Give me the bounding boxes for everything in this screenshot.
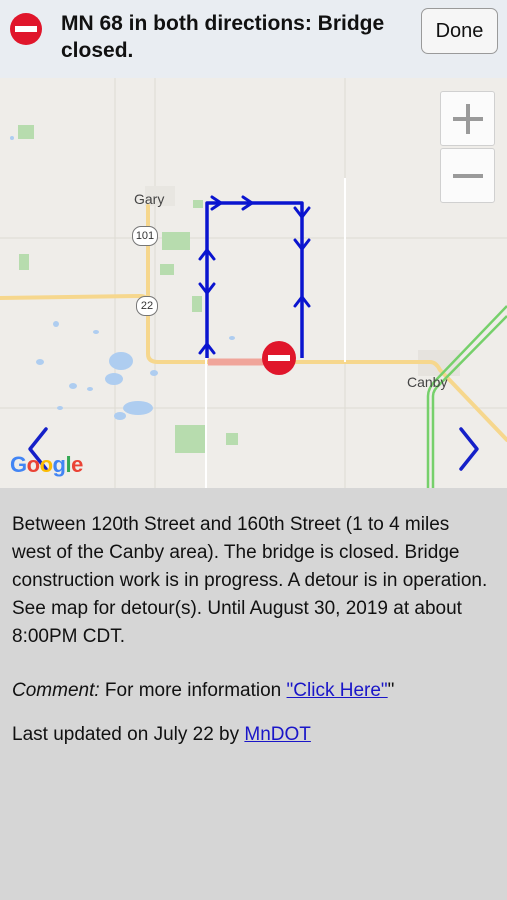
updated-prefix: Last updated on July 22 by bbox=[12, 724, 245, 745]
route-shield-22: 22 bbox=[136, 296, 158, 316]
click-here-link[interactable]: "Click Here" bbox=[287, 680, 388, 701]
incident-details: Between 120th Street and 160th Street (1… bbox=[12, 488, 492, 749]
comment-end: " bbox=[387, 680, 395, 701]
map-canvas bbox=[0, 78, 507, 488]
alert-title: MN 68 in both directions: Bridge closed. bbox=[61, 12, 385, 62]
comment-text: For more information bbox=[99, 680, 287, 701]
route-shield-101: 101 bbox=[132, 226, 158, 246]
map-view[interactable]: Gary Canby 101 22 Google bbox=[0, 78, 507, 488]
comment-label: Comment: bbox=[12, 680, 100, 701]
minus-icon bbox=[452, 173, 483, 178]
alert-header: MN 68 in both directions: Bridge closed.… bbox=[0, 0, 507, 78]
last-updated-line: Last updated on July 22 by MnDOT bbox=[12, 705, 492, 749]
place-label-gary: Gary bbox=[134, 191, 165, 207]
zoom-out-button[interactable] bbox=[440, 148, 495, 203]
next-arrow-icon[interactable] bbox=[455, 425, 483, 473]
google-logo: Google bbox=[10, 452, 83, 477]
done-button[interactable]: Done bbox=[421, 8, 498, 54]
mndot-link[interactable]: MnDOT bbox=[244, 724, 311, 745]
incident-description: Between 120th Street and 160th Street (1… bbox=[12, 514, 488, 647]
comment-line: Comment: For more information "Click Her… bbox=[12, 651, 492, 705]
place-label-canby: Canby bbox=[407, 374, 448, 390]
no-entry-icon bbox=[10, 13, 42, 45]
zoom-in-button[interactable] bbox=[440, 91, 495, 146]
plus-icon bbox=[452, 103, 483, 134]
